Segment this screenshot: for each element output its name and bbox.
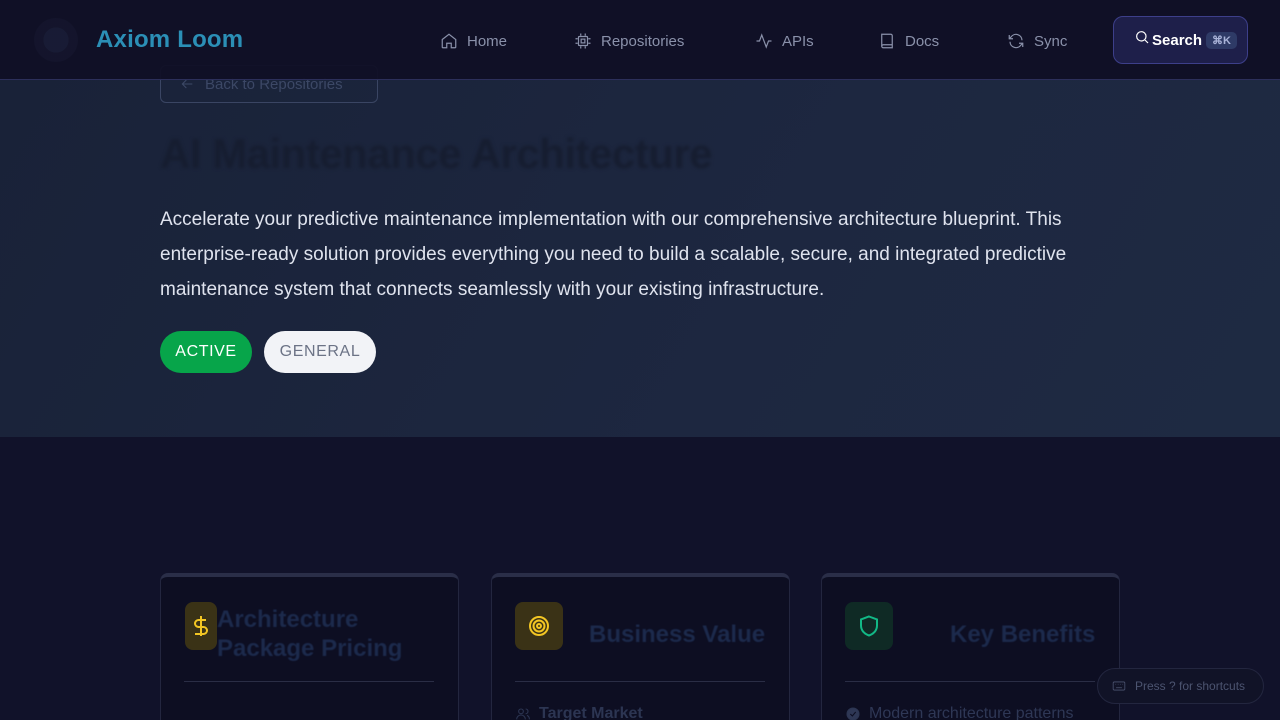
shield-icon [860, 615, 878, 637]
page-title: AI Maintenance Architecture [160, 130, 713, 177]
business-value-card: Business Value Target Market [491, 573, 790, 720]
keyboard-icon [1112, 681, 1126, 691]
home-icon [441, 33, 457, 49]
nav-item-label: Repositories [601, 32, 685, 50]
search-button[interactable]: Search ⌘K [1113, 16, 1248, 64]
nav-item-home[interactable]: Home [440, 30, 507, 52]
book-icon [881, 33, 893, 49]
nav-item-label: Docs [905, 32, 940, 50]
nav-item-label: Sync [1034, 32, 1068, 50]
status-badge: ACTIVE [160, 331, 252, 373]
search-shortcut-badge: ⌘K [1206, 31, 1237, 49]
card-divider [184, 681, 434, 682]
shortcut-hint-label: Press ? for shortcuts [1135, 679, 1246, 693]
target-market-heading: Target Market [515, 705, 643, 720]
key-benefits-card: Key Benefits Modern architecture pattern… [821, 573, 1120, 720]
card-icon-wrapper [845, 602, 893, 650]
card-icon-wrapper [515, 602, 563, 650]
chip-icon [575, 33, 591, 49]
brand-name[interactable]: Axiom Loom [96, 26, 243, 54]
search-label: Search [1152, 31, 1203, 49]
nav-item-label: Home [467, 32, 508, 50]
subheading-label: Target Market [539, 705, 643, 720]
dollar-icon [194, 616, 208, 636]
logo-icon[interactable] [34, 18, 78, 62]
card-divider [515, 681, 765, 682]
nav-item-label: APIs [782, 32, 814, 50]
card-title: Business Value [589, 621, 766, 648]
top-navigation: Axiom Loom Home Repositories APIs Docs S… [0, 0, 1280, 80]
search-icon [1136, 31, 1149, 44]
benefit-item: Modern architecture patterns [845, 705, 1074, 720]
users-icon [516, 708, 530, 720]
activity-icon [756, 33, 772, 49]
benefit-item-label: Modern architecture patterns [869, 705, 1074, 720]
card-icon-wrapper [185, 602, 217, 650]
nav-item-repositories[interactable]: Repositories [574, 30, 684, 52]
card-title: Key Benefits [950, 621, 1096, 648]
nav-item-apis[interactable]: APIs [755, 30, 814, 52]
nav-item-docs[interactable]: Docs [878, 30, 939, 52]
check-circle-icon [846, 707, 860, 720]
refresh-icon [1008, 33, 1024, 49]
keyboard-shortcut-hint[interactable]: Press ? for shortcuts [1097, 668, 1264, 704]
pricing-card: Architecture Package Pricing [160, 573, 459, 720]
category-badge: GENERAL [264, 331, 376, 373]
nav-item-sync[interactable]: Sync [1007, 30, 1067, 52]
card-title: Architecture Package Pricing [217, 605, 402, 663]
target-icon [529, 616, 549, 636]
card-divider [845, 681, 1095, 682]
card-title-line: Package Pricing [217, 635, 403, 662]
page-description: Accelerate your predictive maintenance i… [160, 209, 1067, 300]
card-title-line: Architecture [217, 606, 359, 633]
